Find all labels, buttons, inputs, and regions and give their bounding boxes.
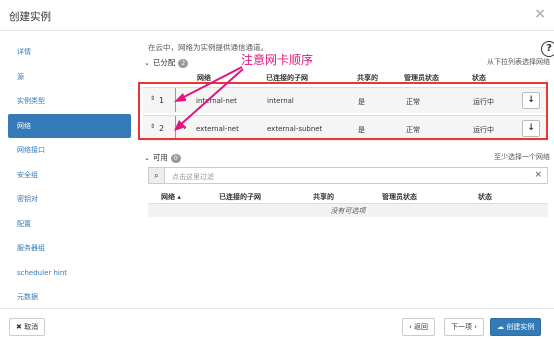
sidebar-item-configuration[interactable]: 配置 [8,212,131,237]
filter-placeholder: 点击这里过滤 [172,173,214,181]
col-shared[interactable]: 共享的 [313,192,334,202]
allocated-count-badge: 2 [178,59,189,68]
allocated-label: 已分配 [152,58,176,67]
col-network-sorted[interactable]: 网络 ▴ [161,192,181,202]
col-subnet[interactable]: 已连接的子网 [219,192,261,202]
sidebar-item-network-ports[interactable]: 网络接口 [8,138,131,163]
chevron-down-icon: ⌄ [144,154,150,162]
sidebar-item-key-pair[interactable]: 密钥对 [8,187,131,212]
annotation-text: 注意网卡顺序 [241,53,314,67]
available-hint: 至少选择一个网络 [494,153,550,161]
sidebar-item-metadata[interactable]: 元数据 [8,285,131,310]
sidebar-item-server-groups[interactable]: 服务器组 [8,236,131,261]
sidebar-item-source[interactable]: 源 [8,65,131,90]
help-icon[interactable]: ? [541,41,554,57]
col-admin-state[interactable]: 管理员状态 [382,192,417,202]
back-button[interactable]: ‹ 返回 [402,318,436,336]
col-status[interactable]: 状态 [478,192,492,202]
close-icon[interactable]: × [534,6,546,22]
clear-icon[interactable]: × [534,170,542,180]
modal-footer: ✖ 取消 ‹ 返回 下一项 › ☁ 创建实例 [0,308,554,339]
allocated-section-header[interactable]: ⌄ 已分配 2 [144,57,189,68]
available-label: 可用 [152,153,168,162]
sidebar-item-security-groups[interactable]: 安全组 [8,163,131,188]
sidebar-item-scheduler-hint[interactable]: scheduler hint [8,261,131,286]
modal-title: 创建实例 [9,11,51,23]
wizard-sidebar: 详情 源 实例类型 网络 网络接口 安全组 密钥对 配置 服务器组 schedu… [8,40,131,310]
cloud-upload-icon: ☁ [497,323,504,331]
chevron-down-icon: ⌄ [144,59,150,67]
highlight-frame [138,82,548,140]
next-button[interactable]: 下一项 › [444,318,485,336]
modal-header: 创建实例 × [0,0,554,31]
sidebar-item-networks[interactable]: 网络 [8,113,131,138]
sidebar-item-details[interactable]: 详情 [8,40,131,65]
allocated-hint: 从下拉列表选择网络 [487,58,550,66]
sidebar-item-flavor[interactable]: 实例类型 [8,89,131,114]
cancel-button[interactable]: ✖ 取消 [9,318,46,336]
available-count-badge: 0 [170,154,181,163]
available-table-header: 网络 ▴ 已连接的子网 共享的 管理员状态 状态 [141,190,548,204]
available-section-header[interactable]: ⌄ 可用 0 [144,152,181,163]
create-instance-button[interactable]: ☁ 创建实例 [490,318,542,336]
search-icon: ⌕ [149,168,165,183]
empty-state: 没有可选项 [148,203,548,217]
create-instance-label: 创建实例 [506,323,535,331]
filter-input[interactable]: ⌕ 点击这里过滤 × [148,167,548,184]
